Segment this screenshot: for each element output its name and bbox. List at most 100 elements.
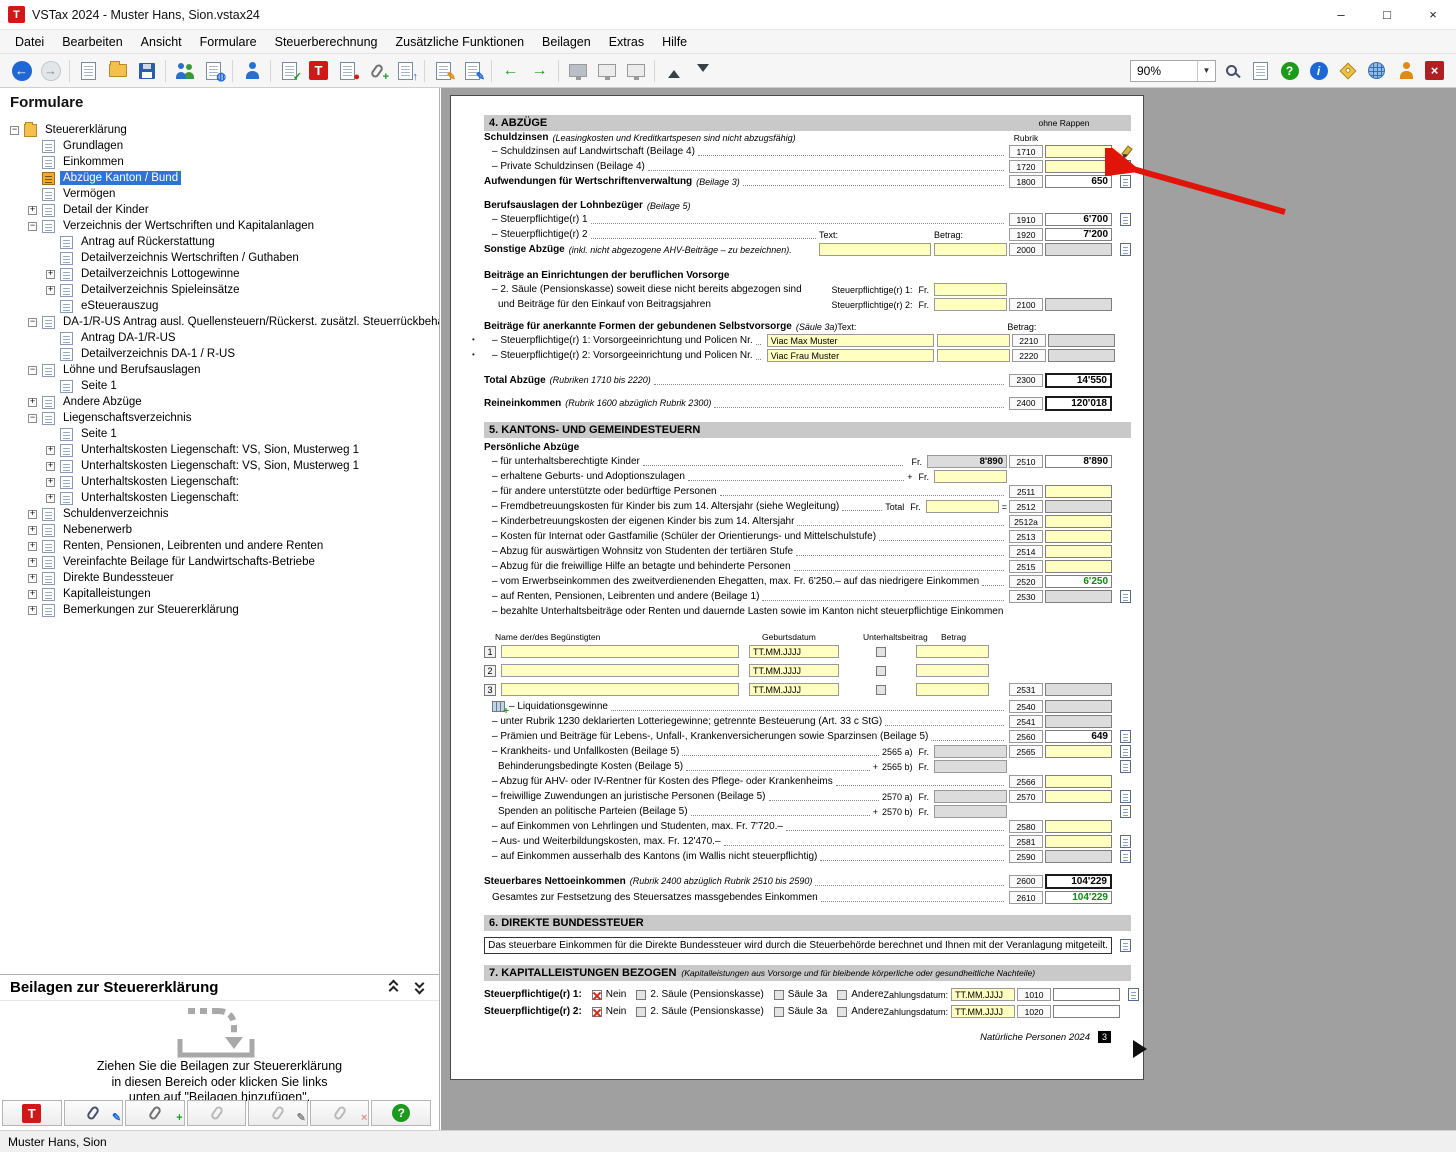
tree-item-liegenschaftsverzeichnis[interactable]: Liegenschaftsverzeichnis <box>2 410 439 426</box>
saeule3a-checkbox[interactable] <box>773 989 784 1000</box>
menu-beilagen[interactable]: Beilagen <box>533 32 600 52</box>
tree-expander[interactable] <box>28 589 37 599</box>
field-2566[interactable] <box>1045 775 1112 788</box>
field-2210-text[interactable]: Viac Max Muster <box>766 334 934 347</box>
tree-item-da1-rus[interactable]: DA-1/R-US Antrag ausl. Quellensteuern/Rü… <box>2 314 439 330</box>
tree-item-bemerkungen[interactable]: Bemerkungen zur Steuererklärung <box>2 602 439 618</box>
tree-item-antrag-da1-rus[interactable]: Antrag DA-1/R-US <box>2 330 439 346</box>
tree-item-unterhaltskosten-2[interactable]: Unterhaltskosten Liegenschaft: VS, Sion,… <box>2 458 439 474</box>
data-transfer-icon[interactable]: ◍ <box>200 57 227 84</box>
zahlungsdatum-input[interactable]: TT.MM.JJJJ <box>951 988 1016 1001</box>
scroll-down-icon[interactable] <box>689 57 716 84</box>
field-2100-sp1[interactable] <box>934 283 1007 296</box>
check-declaration-icon[interactable]: ✓ <box>276 57 303 84</box>
tree-item-renten[interactable]: Renten, Pensionen, Leibrenten und andere… <box>2 538 439 554</box>
attachment-icon[interactable] <box>1120 805 1131 818</box>
tree-expander[interactable] <box>46 493 55 503</box>
view-list-icon[interactable] <box>622 57 649 84</box>
zahlungsdatum-input[interactable]: TT.MM.JJJJ <box>951 1005 1016 1018</box>
vstax-submit-icon[interactable]: T <box>305 57 332 84</box>
support-icon[interactable] <box>1392 57 1419 84</box>
add-attachment-icon[interactable]: + <box>363 57 390 84</box>
saeule2-checkbox[interactable] <box>636 989 647 1000</box>
menu-formulare[interactable]: Formulare <box>191 32 266 52</box>
save-icon[interactable] <box>133 57 160 84</box>
notes-icon[interactable]: ✎ <box>459 57 486 84</box>
close-button[interactable]: × <box>1410 0 1456 29</box>
attachment-open-button[interactable] <box>186 1100 247 1126</box>
tree-expander[interactable] <box>28 397 37 407</box>
tree-item-andere-abzuege[interactable]: Andere Abzüge <box>2 394 439 410</box>
andere-checkbox[interactable] <box>837 989 848 1000</box>
attachment-delete-button[interactable]: × <box>309 1100 370 1126</box>
field-2514[interactable] <box>1045 545 1112 558</box>
beneficiary-amount-input[interactable] <box>916 683 989 696</box>
tree-item-detailverzeichnis-wertschriften[interactable]: Detailverzeichnis Wertschriften / Guthab… <box>2 250 439 266</box>
attachment-icon[interactable] <box>1120 745 1131 758</box>
field-2570[interactable] <box>1045 790 1112 803</box>
tree-item-detailverzeichnis-spieleinsaetze[interactable]: Detailverzeichnis Spieleinsätze <box>2 282 439 298</box>
attachment-icon[interactable] <box>1120 213 1131 226</box>
tree-expander[interactable] <box>46 477 55 487</box>
field-2220-text[interactable]: Viac Frau Muster <box>766 349 934 362</box>
view-split-icon[interactable] <box>593 57 620 84</box>
tree-item-unterhaltskosten-3[interactable]: Unterhaltskosten Liegenschaft: <box>2 474 439 490</box>
tree-item-detailverzeichnis-lottogewinne[interactable]: Detailverzeichnis Lottogewinne <box>2 266 439 282</box>
attachment-icon[interactable] <box>1128 988 1140 1001</box>
field-2000-text[interactable] <box>819 243 931 256</box>
attachment-icon[interactable] <box>1120 175 1131 188</box>
unterhaltsbeitrag-checkbox[interactable] <box>876 646 886 657</box>
zoom-select[interactable]: 90% ▼ <box>1130 59 1216 82</box>
tags-icon[interactable] <box>1334 57 1361 84</box>
stamp-button[interactable]: ✎ <box>63 1100 124 1126</box>
back-icon[interactable]: ← <box>8 57 35 84</box>
beneficiary-amount-input[interactable] <box>916 664 989 677</box>
field-2000-amount[interactable] <box>934 243 1007 256</box>
tree-item-vereinfachte-beilage[interactable]: Vereinfachte Beilage für Landwirtschafts… <box>2 554 439 570</box>
zoom-icon[interactable] <box>1218 57 1245 84</box>
tree-expander[interactable] <box>28 205 37 215</box>
tree-expander[interactable] <box>28 541 37 551</box>
panel-collapse-button[interactable] <box>383 978 405 998</box>
vstax-button[interactable]: T <box>2 1100 62 1126</box>
field-2565[interactable] <box>1045 745 1112 758</box>
edit-icon[interactable] <box>1118 145 1131 159</box>
beneficiary-birthdate-input[interactable]: TT.MM.JJJJ <box>749 664 839 677</box>
attachment-icon[interactable] <box>1120 730 1131 743</box>
tree-expander[interactable] <box>28 557 37 567</box>
beneficiary-birthdate-input[interactable]: TT.MM.JJJJ <box>749 683 839 696</box>
tree-item-antrag-rueckerstattung[interactable]: Antrag auf Rückerstattung <box>2 234 439 250</box>
field-zulagen[interactable] <box>934 470 1007 483</box>
attachment-icon[interactable] <box>1120 850 1131 863</box>
field-1720[interactable] <box>1045 160 1112 173</box>
menu-hilfe[interactable]: Hilfe <box>653 32 696 52</box>
tree-expander[interactable] <box>28 365 37 375</box>
field-2511[interactable] <box>1045 485 1112 498</box>
info-icon[interactable]: i <box>1305 57 1332 84</box>
address-book-icon[interactable] <box>171 57 198 84</box>
tree-item-verzeichnis-wertschriften[interactable]: Verzeichnis der Wertschriften und Kapita… <box>2 218 439 234</box>
beneficiary-birthdate-input[interactable]: TT.MM.JJJJ <box>749 645 839 658</box>
menu-steuerberechnung[interactable]: Steuerberechnung <box>266 32 387 52</box>
tree-item-kapitalleistungen[interactable]: Kapitalleistungen <box>2 586 439 602</box>
panel-expand-button[interactable] <box>409 978 431 998</box>
menu-extras[interactable]: Extras <box>600 32 653 52</box>
menu-bearbeiten[interactable]: Bearbeiten <box>53 32 131 52</box>
view-single-icon[interactable] <box>564 57 591 84</box>
nein-checkbox[interactable] <box>591 1006 602 1017</box>
chevron-down-icon[interactable]: ▼ <box>1197 60 1215 81</box>
tree-item-abzuege-kanton-bund[interactable]: Abzüge Kanton / Bund <box>2 170 439 186</box>
tree-expander[interactable] <box>46 461 55 471</box>
attachment-icon[interactable] <box>1120 939 1131 952</box>
stamp-icon[interactable]: ● <box>334 57 361 84</box>
tree-expander[interactable] <box>46 285 55 295</box>
tree-item-nebenerwerb[interactable]: Nebenerwerb <box>2 522 439 538</box>
field-2513[interactable] <box>1045 530 1112 543</box>
scroll-up-icon[interactable] <box>660 57 687 84</box>
unterhaltsbeitrag-checkbox[interactable] <box>876 684 886 695</box>
tree-expander[interactable] <box>46 269 55 279</box>
minimize-button[interactable]: – <box>1318 0 1364 29</box>
tree-item-detailverzeichnis-da1-rus[interactable]: Detailverzeichnis DA-1 / R-US <box>2 346 439 362</box>
tree-item-seite1-liegenschaft[interactable]: Seite 1 <box>2 426 439 442</box>
previous-form-icon[interactable]: ← <box>497 57 524 84</box>
